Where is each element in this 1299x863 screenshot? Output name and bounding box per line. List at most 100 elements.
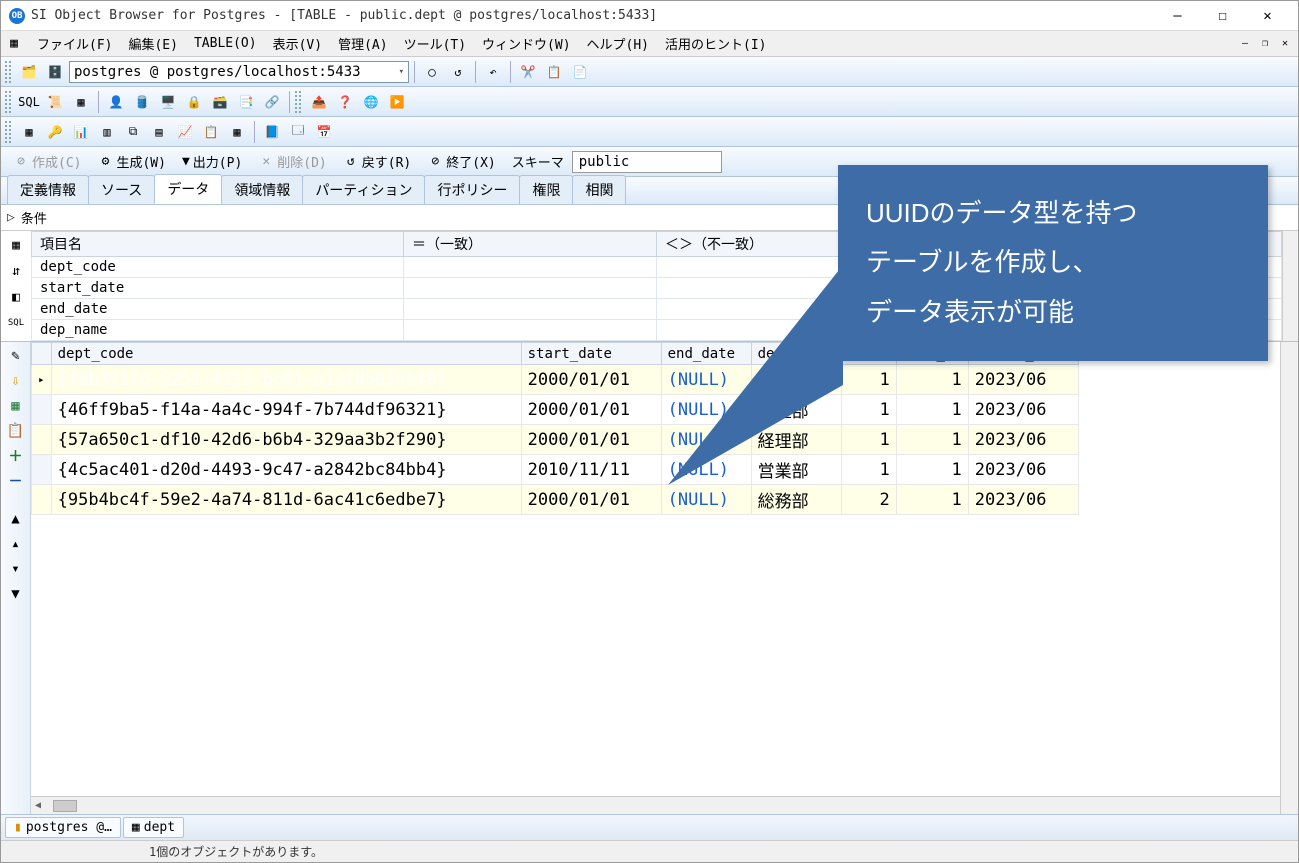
menu-tool[interactable]: ツール(T) [396, 32, 474, 55]
first-icon[interactable]: ▲ [4, 507, 28, 531]
excel-icon[interactable]: ▦ [4, 394, 28, 418]
minimize-button[interactable]: — [1155, 2, 1200, 30]
scroll-left-icon[interactable]: ◀ [35, 800, 41, 811]
bottom-tab-connection[interactable]: ▮postgres @… [5, 817, 121, 838]
copy-rows-icon[interactable]: 📋 [4, 419, 28, 443]
run-icon[interactable]: ▶️ [385, 90, 409, 114]
user-icon[interactable]: 👤 [104, 90, 128, 114]
filter-header-name[interactable]: 項目名 [32, 232, 404, 257]
col-icon[interactable]: ▥ [95, 120, 119, 144]
link-icon[interactable]: 🔗 [260, 90, 284, 114]
table-icon[interactable]: ▦ [225, 120, 249, 144]
col-header[interactable]: dept_code [51, 343, 521, 365]
server-icon[interactable]: 🖥️ [156, 90, 180, 114]
cell[interactable]: 1 [896, 425, 968, 455]
data-grid[interactable]: dept_code start_date end_date dep_name l… [31, 342, 1280, 796]
data-hscroll[interactable]: ◀ [31, 796, 1280, 814]
delete-button[interactable]: ✕削除(D) [252, 150, 332, 173]
create-button[interactable]: ⊘作成(C) [7, 150, 87, 173]
script-icon[interactable]: 📜 [43, 90, 67, 114]
menu-window[interactable]: ウィンドウ(W) [474, 32, 578, 55]
cell[interactable]: {46ff9ba5-f14a-4a4c-994f-7b744df96321} [51, 395, 521, 425]
tab-data[interactable]: データ [154, 174, 222, 204]
table-row[interactable]: {46ff9ba5-f14a-4a4c-994f-7b744df96321} 2… [32, 395, 1079, 425]
filter-col-name[interactable]: end_date [32, 299, 404, 320]
filter-header-eq[interactable]: ＝（一致） [404, 232, 657, 257]
edit-icon[interactable]: ✎ [4, 344, 28, 368]
menu-help[interactable]: ヘルプ(H) [579, 32, 657, 55]
mdi-close-button[interactable]: ✕ [1276, 35, 1294, 53]
cell[interactable]: 2023/06 [968, 455, 1078, 485]
cell[interactable]: 1 [896, 395, 968, 425]
tab-partition[interactable]: パーティション [302, 175, 425, 204]
compress-icon[interactable]: ⇵ [4, 259, 28, 283]
help-icon[interactable]: ❓ [333, 90, 357, 114]
output-dropdown[interactable]: ▼ 出力(P) [176, 150, 248, 173]
table-row[interactable]: ▸ {f9b351fd-5251-4152-bc81-a1df8b05d6f8}… [32, 365, 1079, 395]
cell[interactable]: 2000/01/01 [521, 365, 661, 395]
sql-icon[interactable]: SQL [4, 311, 28, 335]
sort-icon[interactable]: ▤ [147, 120, 171, 144]
tablespace-icon[interactable]: 🗃️ [208, 90, 232, 114]
connection-combo[interactable]: postgres @ postgres/localhost:5433 ▾ [69, 61, 409, 83]
close-button[interactable]: ✕ [1245, 2, 1290, 30]
paste-icon[interactable]: 📄 [568, 60, 592, 84]
maximize-button[interactable]: ☐ [1200, 2, 1245, 30]
table-row[interactable]: {95b4bc4f-59e2-4a74-811d-6ac41c6edbe7} 2… [32, 485, 1079, 515]
filter-icon[interactable]: ⧉ [121, 120, 145, 144]
add-row-icon[interactable]: ＋ [4, 444, 28, 468]
toolbar-handle[interactable] [295, 91, 301, 113]
menu-hint[interactable]: 活用のヒント(I) [657, 32, 774, 55]
cell[interactable]: 1 [896, 365, 968, 395]
cell[interactable]: 2023/06 [968, 425, 1078, 455]
tab-source[interactable]: ソース [88, 175, 155, 204]
toolbar-handle[interactable] [5, 121, 11, 143]
delete-row-icon[interactable]: － [4, 469, 28, 493]
table-row[interactable]: {57a650c1-df10-42d6-b6b4-329aa3b2f290} 2… [32, 425, 1079, 455]
menu-file[interactable]: ファイル(F) [29, 32, 120, 55]
cell[interactable]: 1 [896, 485, 968, 515]
menu-manage[interactable]: 管理(A) [330, 32, 395, 55]
copy-obj-icon[interactable]: 📑 [234, 90, 258, 114]
cell[interactable]: 2023/06 [968, 485, 1078, 515]
filter-col-name[interactable]: start_date [32, 278, 404, 299]
database-icon[interactable]: 🛢️ [130, 90, 154, 114]
tab-definition[interactable]: 定義情報 [7, 175, 89, 204]
mdi-minimize-button[interactable]: — [1236, 35, 1254, 53]
filter-col-name[interactable]: dept_code [32, 257, 404, 278]
cell[interactable]: 2000/01/01 [521, 395, 661, 425]
exit-button[interactable]: ⊘終了(X) [421, 150, 501, 173]
reload-icon[interactable]: ↺ [446, 60, 470, 84]
prev-icon[interactable]: ▴ [4, 532, 28, 556]
cell[interactable]: 2000/01/01 [521, 485, 661, 515]
tab-region[interactable]: 領域情報 [221, 175, 303, 204]
cell[interactable]: 2000/01/01 [521, 425, 661, 455]
sql-icon[interactable]: SQL [17, 90, 41, 114]
filter-col-name[interactable]: dep_name [32, 320, 404, 341]
data-vscroll[interactable] [1280, 342, 1298, 814]
refresh-icon[interactable]: ◯ [420, 60, 444, 84]
key-icon[interactable]: 🔑 [43, 120, 67, 144]
cell[interactable]: {57a650c1-df10-42d6-b6b4-329aa3b2f290} [51, 425, 521, 455]
browser-icon[interactable]: 🌐 [359, 90, 383, 114]
cell[interactable]: 2023/06 [968, 365, 1078, 395]
lock-icon[interactable]: 🔒 [182, 90, 206, 114]
mdi-restore-button[interactable]: ❐ [1256, 35, 1274, 53]
cell[interactable]: {4c5ac401-d20d-4493-9c47-a2842bc84bb4} [51, 455, 521, 485]
cell[interactable]: 2023/06 [968, 395, 1078, 425]
book-icon[interactable]: 📘 [260, 120, 284, 144]
hscroll-thumb[interactable] [53, 800, 77, 812]
grid2-icon[interactable]: ▦ [17, 120, 41, 144]
chart-icon[interactable]: 📈 [173, 120, 197, 144]
next-icon[interactable]: ▾ [4, 557, 28, 581]
toolbar-handle[interactable] [5, 91, 11, 113]
undo-icon[interactable]: ↶ [481, 60, 505, 84]
generate-button[interactable]: ⚙生成(W) [91, 150, 171, 173]
index-icon[interactable]: 📊 [69, 120, 93, 144]
connect-remove-icon[interactable]: 🗄️ [43, 60, 67, 84]
tab-privilege[interactable]: 権限 [519, 175, 573, 204]
filter-vscroll[interactable] [1282, 231, 1298, 341]
revert-button[interactable]: ↺戻す(R) [337, 150, 417, 173]
export-icon[interactable]: 📤 [307, 90, 331, 114]
cell[interactable]: 2010/11/11 [521, 455, 661, 485]
